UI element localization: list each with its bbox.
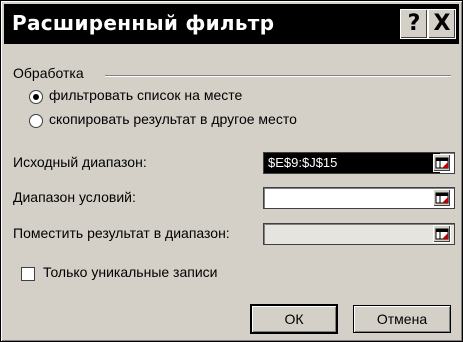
advanced-filter-dialog: Расширенный фильтр ? X Обработка фильтро… (0, 0, 463, 342)
cancel-button[interactable]: Отмена (353, 305, 451, 333)
radio-filter-in-place[interactable] (29, 90, 43, 104)
source-range-picker-button[interactable] (433, 154, 451, 172)
group-divider (105, 75, 451, 77)
help-button[interactable]: ? (400, 9, 428, 39)
source-range-label: Исходный диапазон: (13, 154, 147, 170)
source-range-input[interactable]: $E$9:$J$15 (263, 152, 455, 174)
title-bar: Расширенный фильтр ? X (4, 4, 459, 44)
copy-to-range-label: Поместить результат в диапазон: (13, 225, 230, 241)
ok-button[interactable]: ОК (250, 304, 338, 334)
option-copy-elsewhere-label[interactable]: скопировать результат в другое место (49, 111, 297, 127)
source-range-value: $E$9:$J$15 (264, 153, 440, 173)
close-button[interactable]: X (428, 9, 456, 39)
dialog-title: Расширенный фильтр (12, 11, 275, 35)
criteria-range-input[interactable] (263, 187, 455, 209)
radio-copy-elsewhere[interactable] (29, 114, 43, 128)
unique-records-checkbox[interactable] (21, 267, 35, 281)
option-filter-in-place-label[interactable]: фильтровать список на месте (49, 87, 242, 103)
range-select-icon (435, 228, 449, 240)
copy-to-range-input[interactable] (263, 223, 455, 245)
copy-to-range-picker-button[interactable] (433, 225, 451, 243)
criteria-range-picker-button[interactable] (433, 189, 451, 207)
processing-group-label: Обработка (13, 65, 84, 81)
unique-records-label[interactable]: Только уникальные записи (43, 264, 218, 280)
range-select-icon (435, 192, 449, 204)
range-select-icon (435, 157, 449, 169)
criteria-range-label: Диапазон условий: (13, 189, 136, 205)
